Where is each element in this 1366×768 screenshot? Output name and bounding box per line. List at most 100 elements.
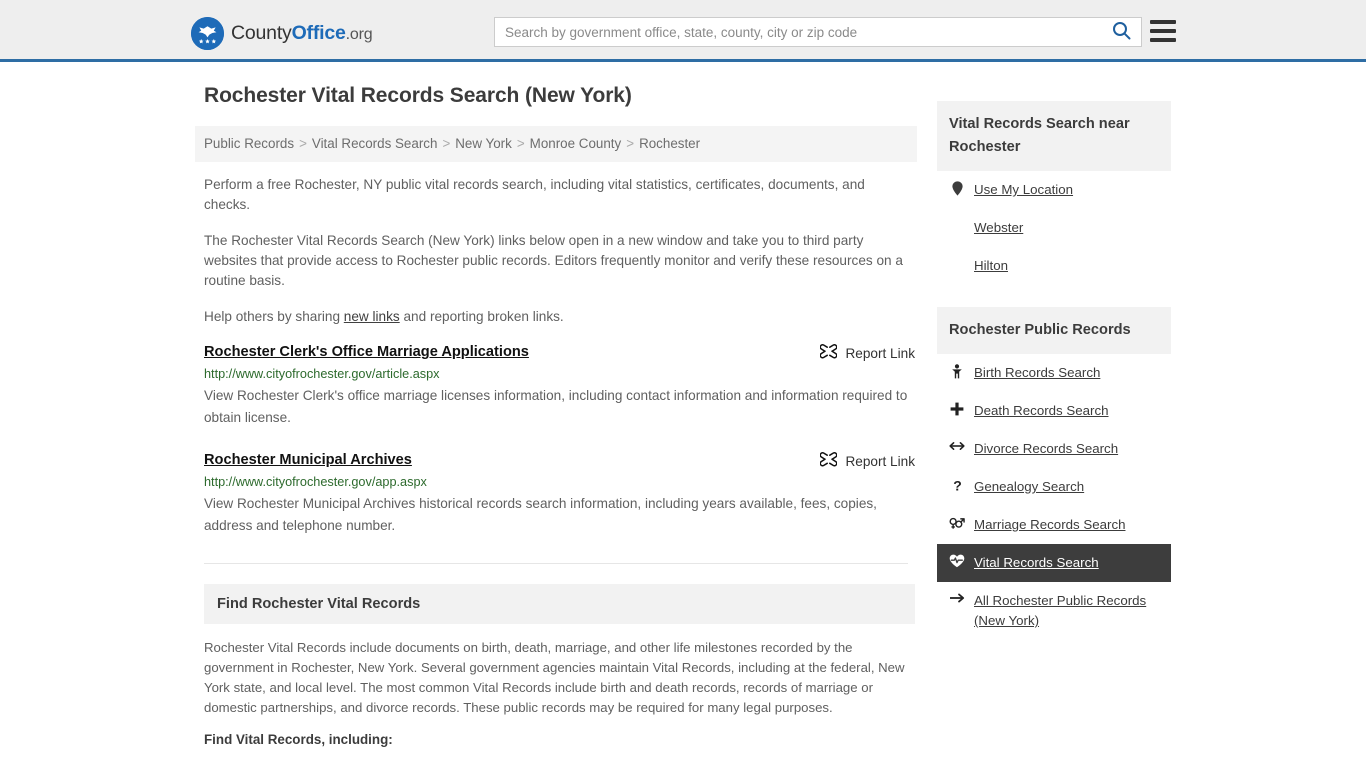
main-content: Rochester Vital Records Search (New York… <box>195 84 917 747</box>
report-link-button[interactable]: Report Link <box>820 343 915 362</box>
sidebar-item-label: Hilton <box>974 258 1008 273</box>
report-link-label: Report Link <box>845 453 915 469</box>
result-url-link[interactable]: http://www.cityofrochester.gov/article.a… <box>204 366 915 382</box>
sidebar-item-label: Webster <box>974 220 1024 235</box>
intro-paragraph-2: The Rochester Vital Records Search (New … <box>204 233 903 289</box>
sidebar-item-label: Birth Records Search <box>974 365 1101 380</box>
logo-text: CountyOffice.org <box>231 22 373 45</box>
breadcrumb-item-vital-records-search[interactable]: Vital Records Search <box>312 136 438 151</box>
sidebar-item-label: Vital Records Search <box>974 555 1099 570</box>
logo-text-org: .org <box>345 26 373 43</box>
find-records-heading-bar: Find Rochester Vital Records <box>204 584 915 625</box>
sidebar-public-records-heading: Rochester Public Records <box>949 322 1131 338</box>
broken-link-icon <box>820 452 838 470</box>
sidebar-public-records-heading-bar: Rochester Public Records <box>937 307 1171 354</box>
report-link-button[interactable]: Report Link <box>820 451 915 470</box>
sidebar-item-label: All Rochester Public Records (New York) <box>974 593 1147 628</box>
share-text-after: and reporting broken links. <box>399 309 564 325</box>
list-item: Use My Location <box>937 171 1171 209</box>
section-divider <box>204 563 908 565</box>
spacer-icon <box>949 256 965 257</box>
result-description: View Rochester Clerk's office marriage l… <box>204 388 908 426</box>
site-logo[interactable]: CountyOffice.org <box>191 17 373 50</box>
breadcrumb-separator: > <box>626 136 635 151</box>
intro-paragraph-1: Perform a free Rochester, NY public vita… <box>204 177 865 213</box>
sidebar-item-all-rochester-public-records[interactable]: All Rochester Public Records (New York) <box>937 582 1171 640</box>
result-url-link[interactable]: http://www.cityofrochester.gov/app.aspx <box>204 474 915 490</box>
spacer-icon <box>949 218 965 219</box>
list-item: Webster <box>937 209 1171 247</box>
broken-link-icon <box>820 344 838 362</box>
share-text-before: Help others by sharing <box>204 309 344 325</box>
result-item: Rochester Clerk's Office Marriage Applic… <box>204 343 915 429</box>
gender-symbols-icon <box>949 515 965 530</box>
arrow-right-icon <box>949 591 965 604</box>
sidebar-item-label: Marriage Records Search <box>974 517 1126 532</box>
result-description: View Rochester Municipal Archives histor… <box>204 496 877 534</box>
search-input[interactable] <box>495 18 1101 46</box>
sidebar: Vital Records Search near Rochester Use … <box>937 101 1171 654</box>
breadcrumb-item-monroe-county[interactable]: Monroe County <box>530 136 622 151</box>
page-body: Rochester Vital Records Search (New York… <box>0 62 1366 747</box>
search-button[interactable] <box>1101 18 1141 46</box>
intro-paragraph-3: Help others by sharing new links and rep… <box>204 307 910 327</box>
sidebar-nearby-list: Use My Location Webster Hilton <box>937 171 1171 285</box>
question-mark-icon: ? <box>949 477 965 493</box>
breadcrumb: Public Records > Vital Records Search > New … <box>195 126 917 163</box>
list-item: Birth Records Search <box>937 354 1171 392</box>
report-link-label: Report Link <box>845 345 915 361</box>
sidebar-item-webster[interactable]: Webster <box>937 209 1171 247</box>
result-title-link[interactable]: Rochester Clerk's Office Marriage Applic… <box>204 343 529 362</box>
result-title-link[interactable]: Rochester Municipal Archives <box>204 451 412 470</box>
baby-icon <box>949 363 965 379</box>
find-records-heading: Find Rochester Vital Records <box>217 596 421 613</box>
breadcrumb-item-new-york[interactable]: New York <box>455 136 512 151</box>
search-icon <box>1112 21 1131 43</box>
sidebar-item-hilton[interactable]: Hilton <box>937 247 1171 285</box>
breadcrumb-item-rochester[interactable]: Rochester <box>639 136 700 151</box>
sidebar-item-death-records-search[interactable]: Death Records Search <box>937 392 1171 430</box>
sidebar-item-marriage-records-search[interactable]: Marriage Records Search <box>937 506 1171 544</box>
result-item: Rochester Municipal Archives Report Link <box>204 451 915 537</box>
sidebar-nearby-heading: Vital Records Search near Rochester <box>949 116 1130 155</box>
sidebar-section-public-records: Rochester Public Records Birth Records S… <box>937 307 1171 640</box>
list-item: Divorce Records Search <box>937 430 1171 468</box>
sidebar-section-nearby: Vital Records Search near Rochester Use … <box>937 101 1171 285</box>
sidebar-item-use-my-location[interactable]: Use My Location <box>937 171 1171 209</box>
breadcrumb-separator: > <box>516 136 525 151</box>
sidebar-item-birth-records-search[interactable]: Birth Records Search <box>937 354 1171 392</box>
breadcrumb-separator: > <box>442 136 451 151</box>
search-bar <box>494 17 1142 47</box>
sidebar-public-records-list: Birth Records Search Death Records Searc… <box>937 354 1171 640</box>
eagle-seal-icon <box>191 17 224 50</box>
list-item: Marriage Records Search <box>937 506 1171 544</box>
hamburger-bar-2 <box>1150 29 1176 33</box>
sidebar-nearby-heading-bar: Vital Records Search near Rochester <box>937 101 1171 171</box>
list-item: Death Records Search <box>937 392 1171 430</box>
hamburger-bar-3 <box>1150 38 1176 42</box>
site-header: CountyOffice.org <box>0 0 1366 62</box>
logo-text-county: County <box>231 22 292 44</box>
hamburger-bar-1 <box>1150 20 1176 24</box>
sidebar-item-label: Use My Location <box>974 182 1074 197</box>
breadcrumb-separator: > <box>299 136 307 151</box>
find-records-list-intro: Find Vital Records, including: <box>204 732 393 748</box>
sidebar-item-label: Genealogy Search <box>974 479 1085 494</box>
page-title: Rochester Vital Records Search (New York… <box>204 84 632 107</box>
sidebar-item-vital-records-search[interactable]: Vital Records Search <box>937 544 1171 582</box>
list-item: Vital Records Search <box>937 544 1171 582</box>
svg-text:?: ? <box>953 478 962 493</box>
sidebar-item-divorce-records-search[interactable]: Divorce Records Search <box>937 430 1171 468</box>
breadcrumb-item-public-records[interactable]: Public Records <box>204 136 294 151</box>
cross-icon <box>949 401 965 416</box>
map-pin-icon <box>949 180 965 196</box>
find-records-paragraph: Rochester Vital Records include document… <box>204 640 905 716</box>
heartbeat-icon <box>949 553 965 568</box>
hamburger-menu-icon[interactable] <box>1150 20 1176 42</box>
list-item: ? Genealogy Search <box>937 468 1171 506</box>
sidebar-item-label: Death Records Search <box>974 403 1109 418</box>
sidebar-item-genealogy-search[interactable]: ? Genealogy Search <box>937 468 1171 506</box>
list-item: All Rochester Public Records (New York) <box>937 582 1171 640</box>
sidebar-item-label: Divorce Records Search <box>974 441 1119 456</box>
new-links-link[interactable]: new links <box>344 309 400 324</box>
